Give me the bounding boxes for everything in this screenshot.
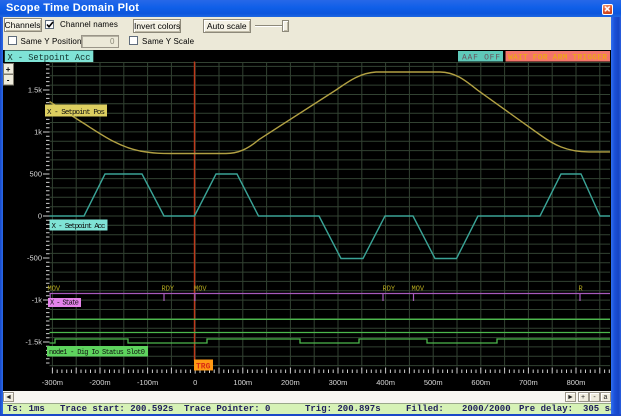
svg-text:1k: 1k — [34, 127, 42, 136]
svg-text:X - Setpoint Acc: X - Setpoint Acc — [52, 223, 106, 231]
svg-text:1.5k: 1.5k — [28, 85, 42, 94]
svg-text:-300m: -300m — [42, 378, 63, 387]
svg-text:-1k: -1k — [32, 295, 43, 304]
svg-text:X - Setpoint Pos: X - Setpoint Pos — [47, 109, 105, 117]
svg-text:-200m: -200m — [89, 378, 110, 387]
svg-text:+: + — [6, 65, 11, 74]
svg-text:100m: 100m — [233, 378, 252, 387]
svg-text:MOV: MOV — [194, 285, 207, 293]
svg-text:0: 0 — [38, 211, 42, 220]
svg-text:300m: 300m — [329, 378, 348, 387]
svg-text:600m: 600m — [471, 378, 490, 387]
svg-text:TRG: TRG — [196, 362, 211, 371]
svg-text:-500: -500 — [27, 253, 42, 262]
svg-text:RDY: RDY — [162, 285, 175, 293]
svg-text:700m: 700m — [519, 378, 538, 387]
svg-text:800m: 800m — [567, 378, 586, 387]
svg-text:0: 0 — [193, 378, 197, 387]
svg-text:200m: 200m — [281, 378, 300, 387]
svg-text:X - Setpoint Acc: X - Setpoint Acc — [8, 52, 91, 62]
svg-text:-100m: -100m — [137, 378, 158, 387]
svg-text:node1 - Dig Io Status Slot0: node1 - Dig Io Status Slot0 — [49, 349, 145, 357]
svg-text:400m: 400m — [376, 378, 395, 387]
svg-text:500: 500 — [29, 169, 42, 178]
svg-text:WAIT FOR ARM TRIGGER: WAIT FOR ARM TRIGGER — [508, 53, 607, 62]
svg-text:MOV: MOV — [48, 285, 61, 293]
svg-text:X - State: X - State — [50, 299, 79, 307]
svg-text:AAF OFF: AAF OFF — [462, 53, 500, 62]
svg-text:-1.5k: -1.5k — [25, 337, 42, 346]
svg-text:RDY: RDY — [383, 285, 396, 293]
svg-text:500m: 500m — [424, 378, 443, 387]
svg-text:-: - — [7, 75, 10, 84]
svg-text:MOV: MOV — [412, 285, 425, 293]
